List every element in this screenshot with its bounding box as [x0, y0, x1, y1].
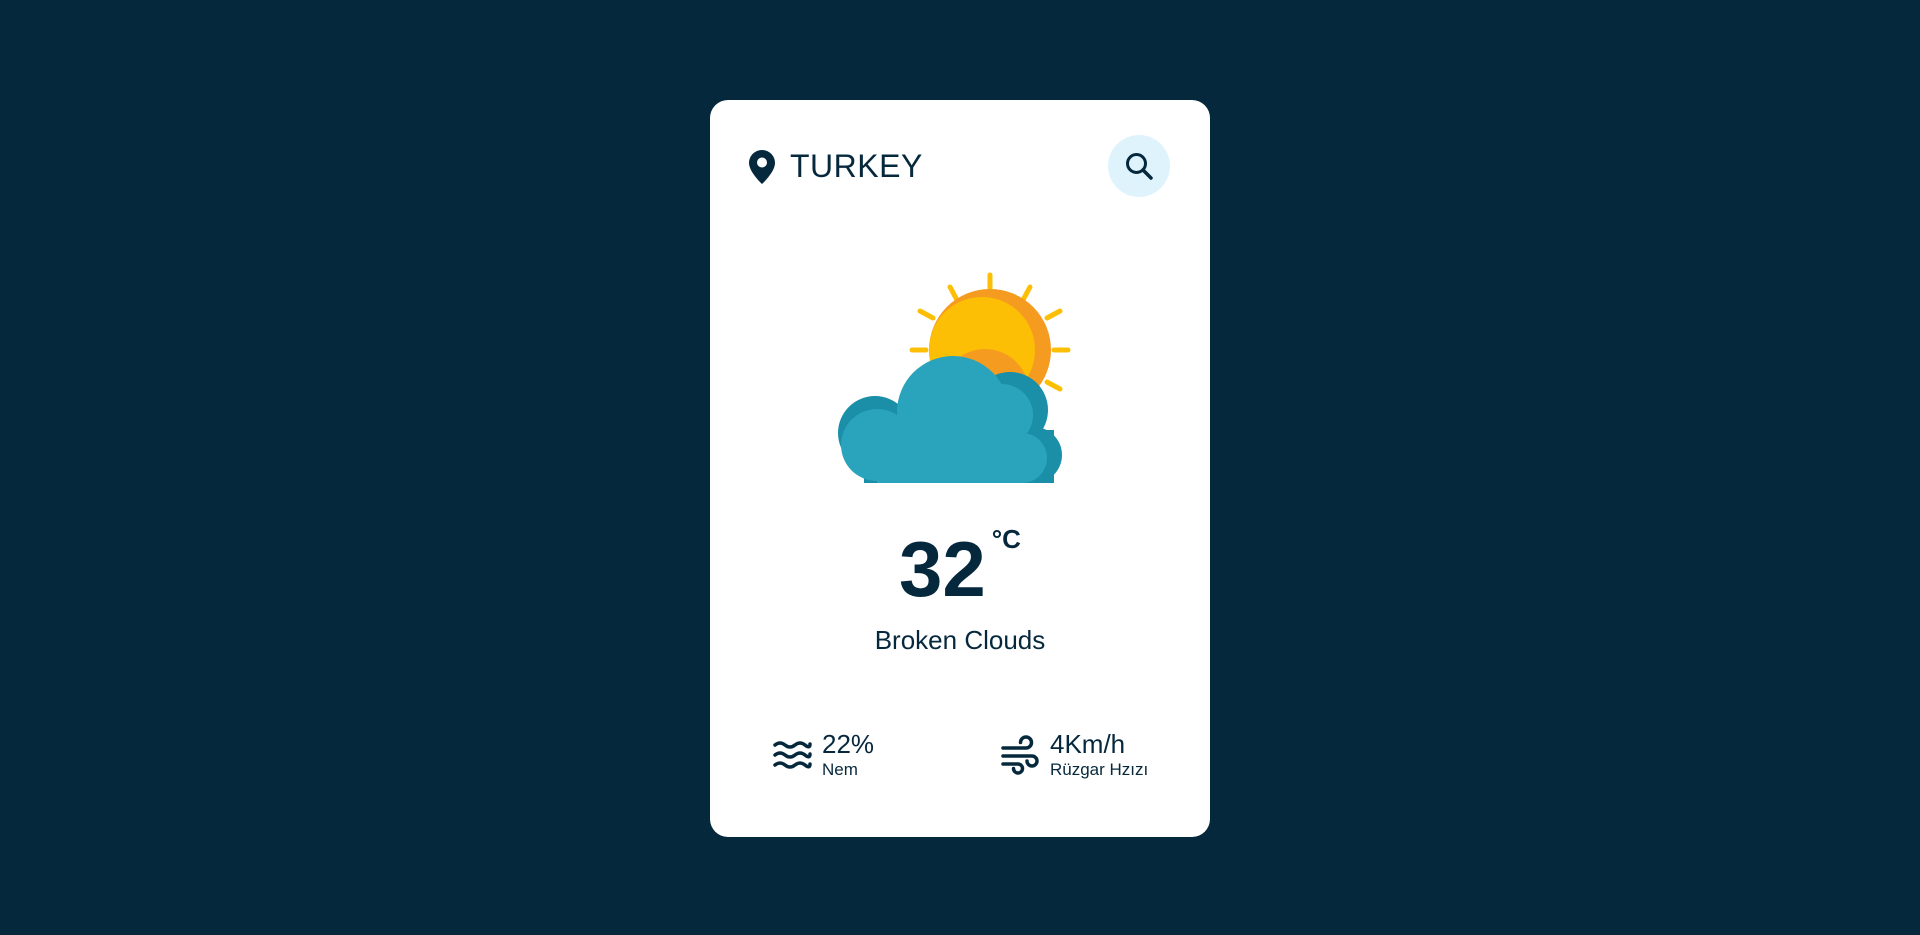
- humidity-detail: 22% Nem: [772, 730, 874, 781]
- wind-value: 4Km/h: [1050, 729, 1126, 759]
- temperature-unit: °C: [991, 524, 1021, 554]
- temperature-display: 32 °C: [710, 524, 1210, 613]
- wind-text: 4Km/h Rüzgar Hzızı: [1050, 730, 1148, 781]
- wind-icon: [1001, 735, 1039, 776]
- location-header: TURKEY: [748, 148, 923, 185]
- water-waves-icon: [773, 741, 812, 770]
- wind-label: Rüzgar Hzızı: [1050, 759, 1149, 779]
- temperature-value: 32: [899, 525, 986, 613]
- search-button[interactable]: [1108, 135, 1170, 197]
- sun-behind-cloud-icon: [838, 272, 1071, 483]
- weather-card: TURKEY 32 °C Broken Clouds 22% Nem 4Km/h…: [710, 100, 1210, 837]
- weather-description: Broken Clouds: [874, 625, 1046, 655]
- humidity-value: 22%: [822, 729, 875, 759]
- search-icon: [1126, 153, 1153, 180]
- wind-detail: 4Km/h Rüzgar Hzızı: [1000, 730, 1148, 781]
- location-pin-icon: [749, 149, 775, 184]
- location-name: TURKEY: [790, 148, 923, 184]
- humidity-label: Nem: [822, 759, 858, 779]
- humidity-text: 22% Nem: [822, 730, 874, 781]
